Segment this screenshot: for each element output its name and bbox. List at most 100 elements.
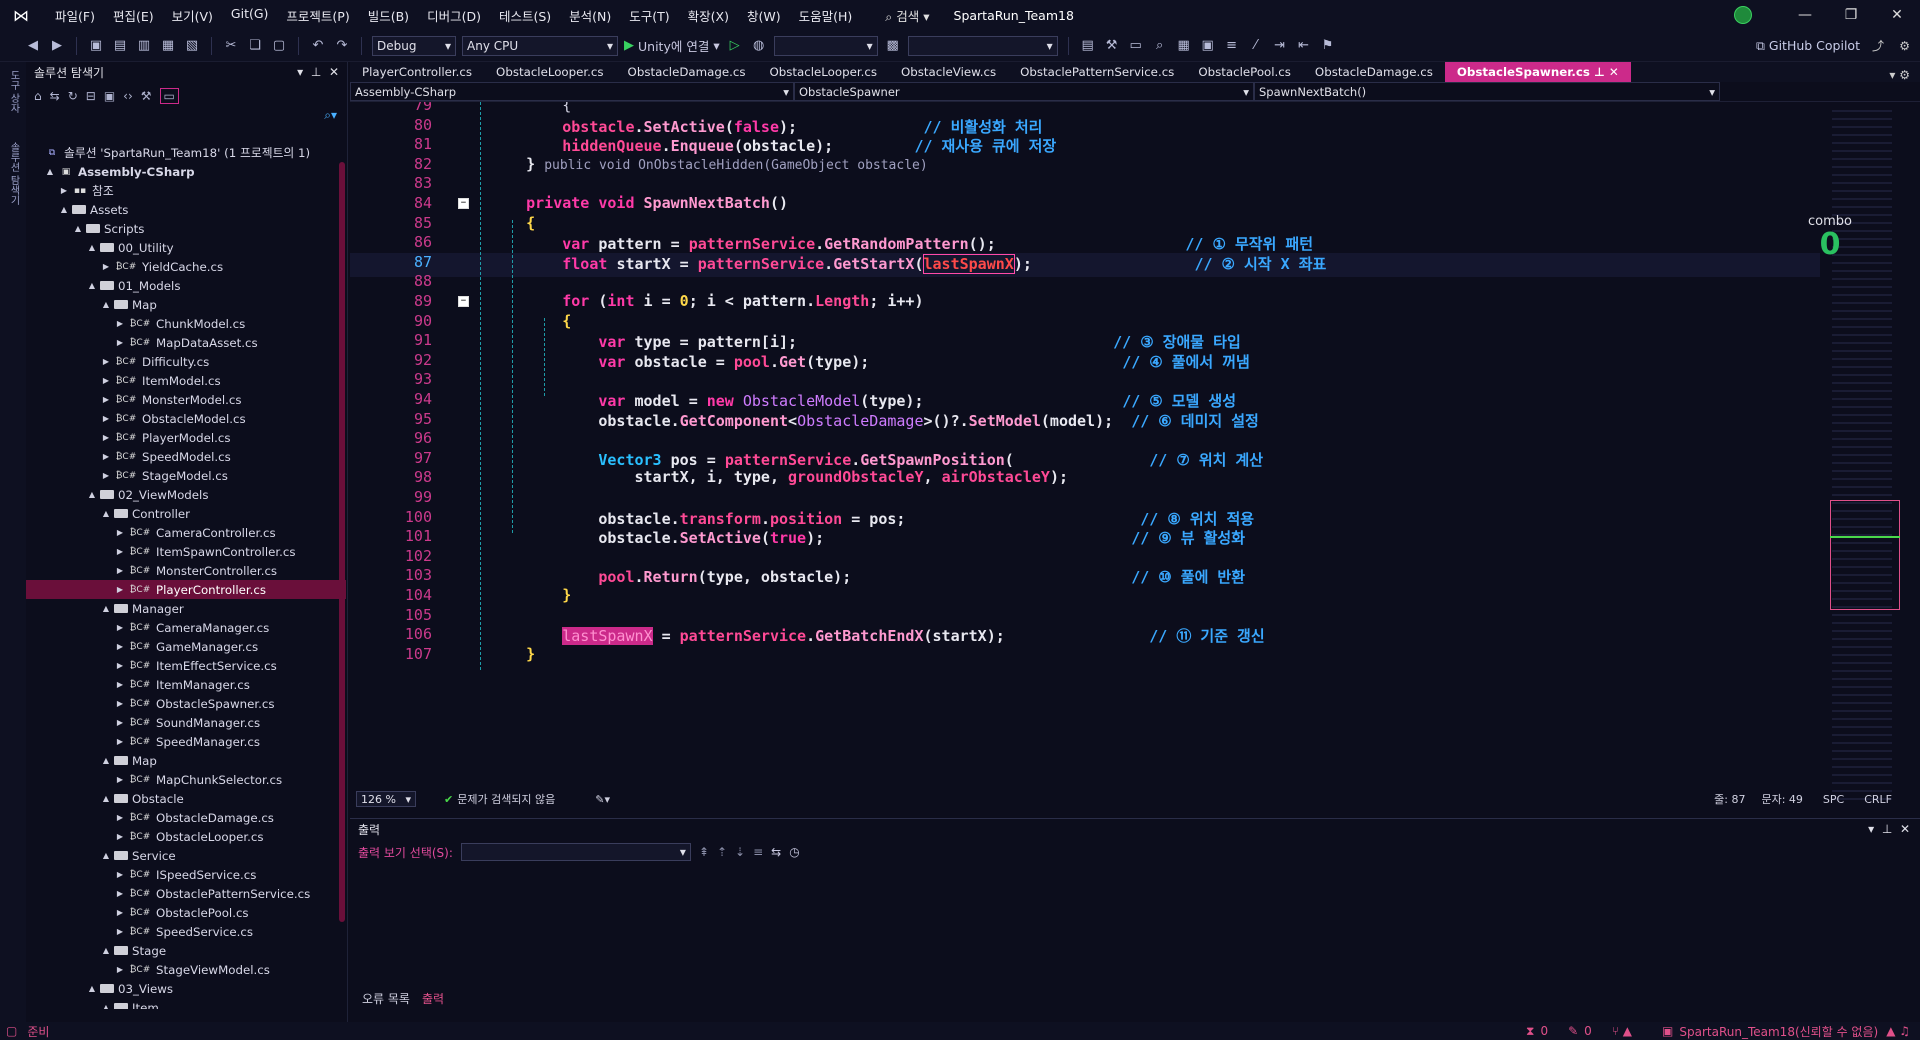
tree-item[interactable]: ▲ Obstacle: [26, 789, 346, 808]
collapse-region-icon[interactable]: −: [458, 296, 469, 307]
tree-item[interactable]: ▶ ₿C# ObstacleDamage.cs: [26, 808, 346, 827]
tree-item[interactable]: ▶ ₿C# ItemManager.cs: [26, 675, 346, 694]
expand-icon[interactable]: ▶: [100, 433, 112, 442]
show-all-icon[interactable]: ▣: [104, 89, 115, 103]
tree-item[interactable]: ▲ Scripts: [26, 219, 346, 238]
collapse-region-icon[interactable]: −: [458, 198, 469, 209]
rail-tab-solution-explorer[interactable]: 솔루션 탐색기: [5, 142, 21, 205]
tree-item[interactable]: ▶ ₿C# ItemSpawnController.cs: [26, 542, 346, 561]
tree-item[interactable]: ▶ ₿C# GameManager.cs: [26, 637, 346, 656]
bookmark-icon[interactable]: ⚑: [1319, 38, 1337, 53]
clear-icon[interactable]: ≡: [753, 845, 763, 859]
eol-indicator[interactable]: CRLF: [1864, 793, 1892, 806]
menu-item[interactable]: 도구(T): [620, 6, 678, 25]
layout-icon[interactable]: ▦: [1175, 38, 1193, 53]
collapse-icon[interactable]: ▲: [72, 224, 84, 233]
expand-icon[interactable]: ▶: [114, 699, 126, 708]
tree-item[interactable]: ▲ Manager: [26, 599, 346, 618]
tree-item[interactable]: ▶ ₿C# MonsterModel.cs: [26, 390, 346, 409]
tree-item[interactable]: ▶ ₿C# StageViewModel.cs: [26, 960, 346, 979]
tab-error-list[interactable]: 오류 목록: [362, 990, 410, 1007]
tree-item[interactable]: ▶ ▪▪ 참조: [26, 181, 346, 200]
collapse-icon[interactable]: ▲: [100, 509, 112, 518]
restore-icon[interactable]: ❐: [1828, 7, 1874, 23]
tree-item[interactable]: ▶ ₿C# MonsterController.cs: [26, 561, 346, 580]
member-select[interactable]: SpawnNextBatch() ▾: [1254, 82, 1720, 101]
sync-icon[interactable]: ⇆: [50, 89, 60, 103]
dropdown-icon[interactable]: ▾: [1868, 822, 1874, 836]
minimize-icon[interactable]: —: [1782, 7, 1828, 23]
tree-item[interactable]: ▶ ₿C# MapChunkSelector.cs: [26, 770, 346, 789]
start-without-debug-icon[interactable]: ▷: [726, 38, 744, 53]
expand-icon[interactable]: ▶: [114, 832, 126, 841]
visual-studio-logo-icon[interactable]: ⋈: [10, 4, 32, 26]
whitespace-indicator[interactable]: SPC: [1823, 793, 1844, 806]
tree-item[interactable]: ▲ Service: [26, 846, 346, 865]
menu-item[interactable]: 디버그(D): [418, 6, 490, 25]
menu-item[interactable]: 분석(N): [560, 6, 620, 25]
tree-item[interactable]: ▶ ₿C# CameraController.cs: [26, 523, 346, 542]
tree-item[interactable]: ▶ ₿C# ItemModel.cs: [26, 371, 346, 390]
copy-icon[interactable]: ❏: [246, 38, 264, 53]
code-icon[interactable]: ‹›: [123, 89, 133, 103]
redo-icon[interactable]: ↷: [333, 38, 351, 53]
clock-icon[interactable]: ◷: [789, 845, 799, 859]
expand-icon[interactable]: ▶: [114, 927, 126, 936]
tree-item[interactable]: ▶ ₿C# YieldCache.cs: [26, 257, 346, 276]
menu-item[interactable]: 파일(F): [46, 6, 104, 25]
cleanup-icon[interactable]: ✎▾: [595, 793, 610, 806]
collapse-icon[interactable]: ▲: [86, 490, 98, 499]
collapse-icon[interactable]: ▲: [86, 243, 98, 252]
tab-overflow-icon[interactable]: ▾ ⚙: [1879, 68, 1920, 82]
tree-item[interactable]: ▲ Map: [26, 295, 346, 314]
expand-icon[interactable]: ▶: [114, 680, 126, 689]
scrollbar-map[interactable]: [1830, 104, 1920, 804]
editor-tab[interactable]: ObstaclePool.cs: [1186, 62, 1303, 82]
tree-item[interactable]: ▶ ₿C# MapDataAsset.cs: [26, 333, 346, 352]
configuration-select[interactable]: Debug ▾: [372, 35, 456, 56]
issues-label[interactable]: 문제가 검색되지 않음: [457, 791, 555, 807]
expand-icon[interactable]: ▶: [114, 661, 126, 670]
tree-item[interactable]: ▶ ₿C# ObstacleSpawner.cs: [26, 694, 346, 713]
search-icon[interactable]: ⌕▾: [324, 108, 337, 123]
paste-icon[interactable]: ▢: [270, 38, 288, 53]
editor-tab[interactable]: ObstacleLooper.cs: [484, 62, 616, 82]
expand-icon[interactable]: ▶: [100, 414, 112, 423]
pin-icon[interactable]: ⊥: [311, 65, 321, 79]
tree-item[interactable]: ▲ 00_Utility: [26, 238, 346, 257]
menu-item[interactable]: 보기(V): [163, 6, 222, 25]
menu-item[interactable]: 확장(X): [679, 6, 738, 25]
output-source-select[interactable]: ▾: [460, 843, 691, 861]
menu-item[interactable]: 편집(E): [104, 6, 163, 25]
project-select[interactable]: Assembly-CSharp ▾: [350, 82, 794, 101]
tree-item[interactable]: ▶ ₿C# ISpeedService.cs: [26, 865, 346, 884]
new-project-icon[interactable]: ▣: [87, 38, 105, 53]
back-icon[interactable]: ◀: [24, 38, 42, 53]
cut-icon[interactable]: ✂: [222, 38, 240, 53]
tree-item[interactable]: ▶ ₿C# CameraManager.cs: [26, 618, 346, 637]
expand-icon[interactable]: ▶: [114, 528, 126, 537]
expand-icon[interactable]: ▶: [100, 357, 112, 366]
tree-item[interactable]: ▶ ₿C# ObstaclePool.cs: [26, 903, 346, 922]
rail-tab-toolbox[interactable]: 도구 상자: [5, 70, 21, 113]
expand-icon[interactable]: ▶: [114, 338, 126, 347]
collapse-icon[interactable]: ⊟: [86, 89, 96, 103]
collapse-icon[interactable]: ▲: [58, 205, 70, 214]
expand-icon[interactable]: ▶: [114, 775, 126, 784]
tree-item[interactable]: ▶ ₿C# ObstaclePatternService.cs: [26, 884, 346, 903]
expand-icon[interactable]: ▶: [114, 566, 126, 575]
expand-icon[interactable]: ▶: [114, 737, 126, 746]
collapse-icon[interactable]: ▲: [86, 984, 98, 993]
error-count[interactable]: 0: [1540, 1024, 1548, 1038]
expand-icon[interactable]: ▶: [114, 319, 126, 328]
tree-item[interactable]: ▲ ▣ Assembly-CSharp: [26, 162, 346, 181]
expand-icon[interactable]: ▶: [114, 623, 126, 632]
menu-item[interactable]: 빌드(B): [359, 6, 418, 25]
settings-icon[interactable]: ⚙: [1899, 39, 1910, 53]
collapse-icon[interactable]: ▲: [86, 281, 98, 290]
collapse-icon[interactable]: ▲: [100, 604, 112, 613]
tree-item[interactable]: ⧉ 솔루션 'SpartaRun_Team18' (1 프로젝트의 1): [26, 143, 346, 162]
code-line[interactable]: 107 }: [350, 645, 1820, 669]
editor-tab[interactable]: ObstacleDamage.cs: [616, 62, 758, 82]
find-icon[interactable]: ⌕: [1151, 38, 1169, 53]
